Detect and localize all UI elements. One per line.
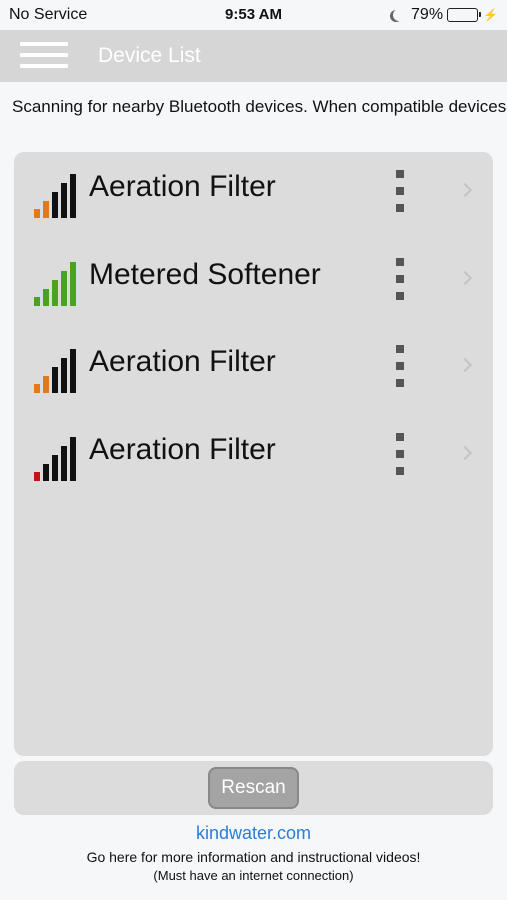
device-name: Aeration Filter xyxy=(89,170,276,203)
signal-bar xyxy=(70,437,76,481)
signal-bar xyxy=(61,271,67,306)
device-name: Aeration Filter xyxy=(89,345,276,378)
rescan-bar: Rescan xyxy=(14,761,493,815)
signal-bar xyxy=(43,201,49,218)
device-row[interactable]: Metered Softener xyxy=(14,240,493,328)
signal-bar xyxy=(61,183,67,218)
nav-bar: Device List xyxy=(0,30,507,82)
device-row[interactable]: Aeration Filter xyxy=(14,415,493,503)
signal-bar xyxy=(52,367,58,393)
status-bar: No Service 9:53 AM 79% ⚡ xyxy=(0,0,507,30)
signal-bar xyxy=(70,262,76,306)
rescan-button[interactable]: Rescan xyxy=(208,767,299,809)
signal-bar xyxy=(52,280,58,306)
signal-bar xyxy=(34,384,40,393)
chevron-right-icon xyxy=(457,357,473,373)
moon-icon xyxy=(393,9,405,21)
website-link[interactable]: kindwater.com xyxy=(0,823,507,844)
signal-bar xyxy=(61,446,67,481)
signal-strength-icon xyxy=(34,437,79,481)
signal-bar xyxy=(70,174,76,218)
signal-bar xyxy=(34,297,40,306)
page-title: Device List xyxy=(98,44,201,67)
bolt-icon: ⚡ xyxy=(483,8,498,22)
signal-bar xyxy=(43,289,49,306)
signal-bar xyxy=(43,464,49,481)
hamburger-icon[interactable] xyxy=(20,42,68,70)
device-row[interactable]: Aeration Filter xyxy=(14,152,493,240)
signal-bar xyxy=(43,376,49,393)
chevron-right-icon xyxy=(457,445,473,461)
signal-bar xyxy=(52,455,58,481)
more-options-icon[interactable] xyxy=(396,433,406,483)
internet-note: (Must have an internet connection) xyxy=(153,868,354,883)
more-options-icon[interactable] xyxy=(396,170,406,220)
signal-bar xyxy=(61,358,67,393)
signal-bar xyxy=(34,472,40,481)
device-name: Aeration Filter xyxy=(89,433,276,466)
signal-strength-icon xyxy=(34,174,79,218)
device-row[interactable]: Aeration Filter xyxy=(14,327,493,415)
info-text: Go here for more information and instruc… xyxy=(86,849,421,865)
device-list: Aeration Filter Metered Softener Aeratio… xyxy=(14,152,493,756)
signal-bar xyxy=(70,349,76,393)
chevron-right-icon xyxy=(457,270,473,286)
signal-strength-icon xyxy=(34,349,79,393)
device-name: Metered Softener xyxy=(89,258,321,291)
battery-icon xyxy=(447,8,482,22)
signal-strength-icon xyxy=(34,262,79,306)
battery-percent: 79% xyxy=(411,6,444,23)
status-right: 79% ⚡ xyxy=(389,6,498,24)
signal-bar xyxy=(34,209,40,218)
chevron-right-icon xyxy=(457,182,473,198)
more-options-icon[interactable] xyxy=(396,258,406,308)
scan-notice: Scanning for nearby Bluetooth devices. W… xyxy=(12,97,507,116)
signal-bar xyxy=(52,192,58,218)
more-options-icon[interactable] xyxy=(396,345,406,395)
